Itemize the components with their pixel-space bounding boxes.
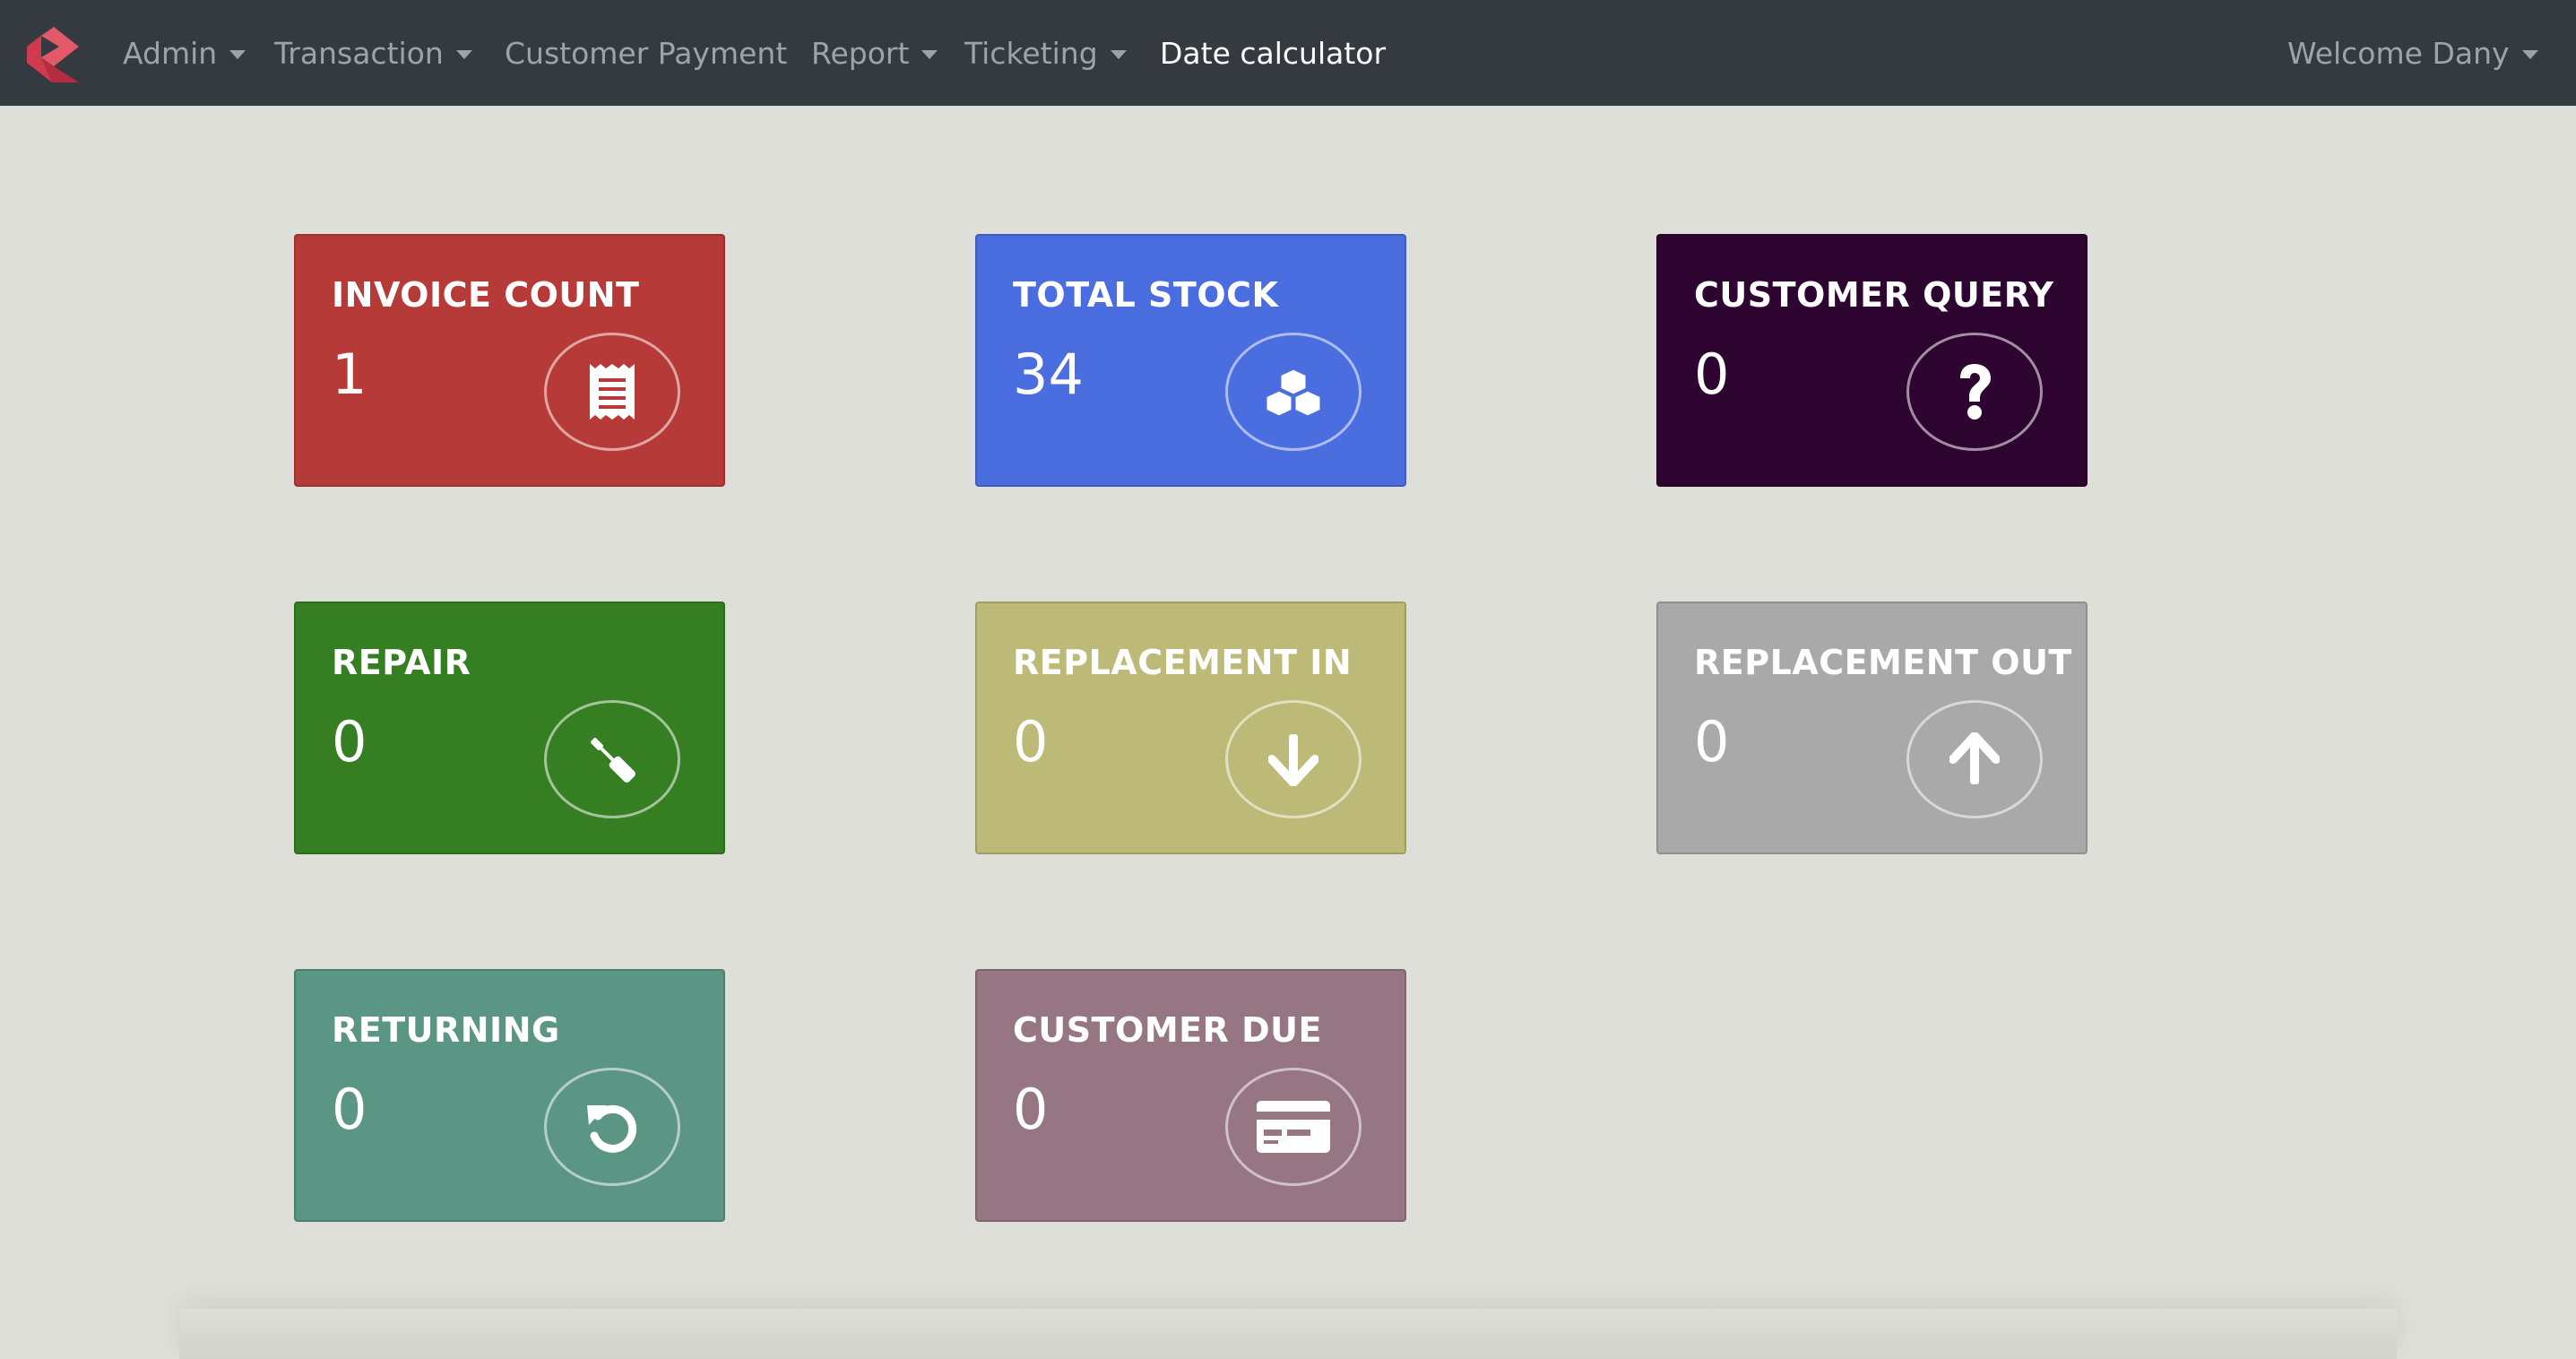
arrow-down-icon	[1225, 700, 1361, 818]
card-title: TOTAL STOCK	[1013, 275, 1279, 315]
user-menu-label: Welcome Dany	[2287, 35, 2510, 71]
chevron-down-icon	[229, 50, 246, 59]
nav-transaction-dropdown[interactable]: Transaction	[274, 0, 472, 106]
footer-shade	[179, 1309, 2397, 1359]
card-value: 0	[1694, 709, 1730, 775]
card-value: 0	[332, 1077, 367, 1142]
chevron-down-icon	[1110, 50, 1127, 59]
arrow-up-icon	[1906, 700, 2043, 818]
total-stock-card[interactable]: TOTAL STOCK 34	[975, 234, 1406, 487]
replacement-out-card[interactable]: REPLACEMENT OUT 0	[1656, 602, 2088, 854]
card-title: REPLACEMENT IN	[1013, 643, 1353, 682]
undo-icon	[544, 1068, 680, 1186]
replacement-in-card[interactable]: REPLACEMENT IN 0	[975, 602, 1406, 854]
card-title: CUSTOMER DUE	[1013, 1010, 1322, 1050]
nav-customer-payment-label: Customer Payment	[505, 35, 788, 71]
question-icon	[1906, 333, 2043, 451]
chevron-down-icon	[921, 50, 938, 59]
top-navbar: Admin Transaction Customer Payment Repor…	[0, 0, 2576, 106]
brand-logo[interactable]	[27, 27, 79, 82]
card-title: REPLACEMENT OUT	[1694, 643, 2072, 682]
nav-report-dropdown[interactable]: Report	[811, 0, 938, 106]
card-title: INVOICE COUNT	[332, 275, 640, 315]
repair-card[interactable]: REPAIR 0	[294, 602, 725, 854]
card-value: 0	[332, 709, 367, 775]
user-menu-dropdown[interactable]: Welcome Dany	[2287, 0, 2538, 106]
screwdriver-icon	[544, 700, 680, 818]
chevron-down-icon	[2521, 50, 2538, 59]
nav-admin-dropdown[interactable]: Admin	[123, 0, 246, 106]
receipt-icon	[544, 333, 680, 451]
card-title: RETURNING	[332, 1010, 560, 1050]
invoice-count-card[interactable]: INVOICE COUNT 1	[294, 234, 725, 487]
nav-date-calculator-label: Date calculator	[1160, 35, 1387, 71]
card-value: 0	[1013, 1077, 1049, 1142]
nav-transaction-label: Transaction	[274, 35, 444, 71]
credit-card-icon	[1225, 1068, 1361, 1186]
cubes-icon	[1225, 333, 1361, 451]
card-value: 0	[1013, 709, 1049, 775]
customer-query-card[interactable]: CUSTOMER QUERY 0	[1656, 234, 2088, 487]
nav-date-calculator[interactable]: Date calculator	[1160, 0, 1386, 106]
card-value: 0	[1694, 342, 1730, 407]
nav-ticketing-dropdown[interactable]: Ticketing	[964, 0, 1127, 106]
card-value: 1	[332, 342, 367, 407]
nav-report-label: Report	[811, 35, 910, 71]
card-title: CUSTOMER QUERY	[1694, 275, 2054, 315]
card-value: 34	[1013, 342, 1084, 407]
returning-card[interactable]: RETURNING 0	[294, 969, 725, 1222]
nav-admin-label: Admin	[123, 35, 218, 71]
chevron-down-icon	[455, 50, 472, 59]
card-title: REPAIR	[332, 643, 471, 682]
nav-ticketing-label: Ticketing	[964, 35, 1098, 71]
nav-customer-payment[interactable]: Customer Payment	[505, 0, 787, 106]
customer-due-card[interactable]: CUSTOMER DUE 0	[975, 969, 1406, 1222]
